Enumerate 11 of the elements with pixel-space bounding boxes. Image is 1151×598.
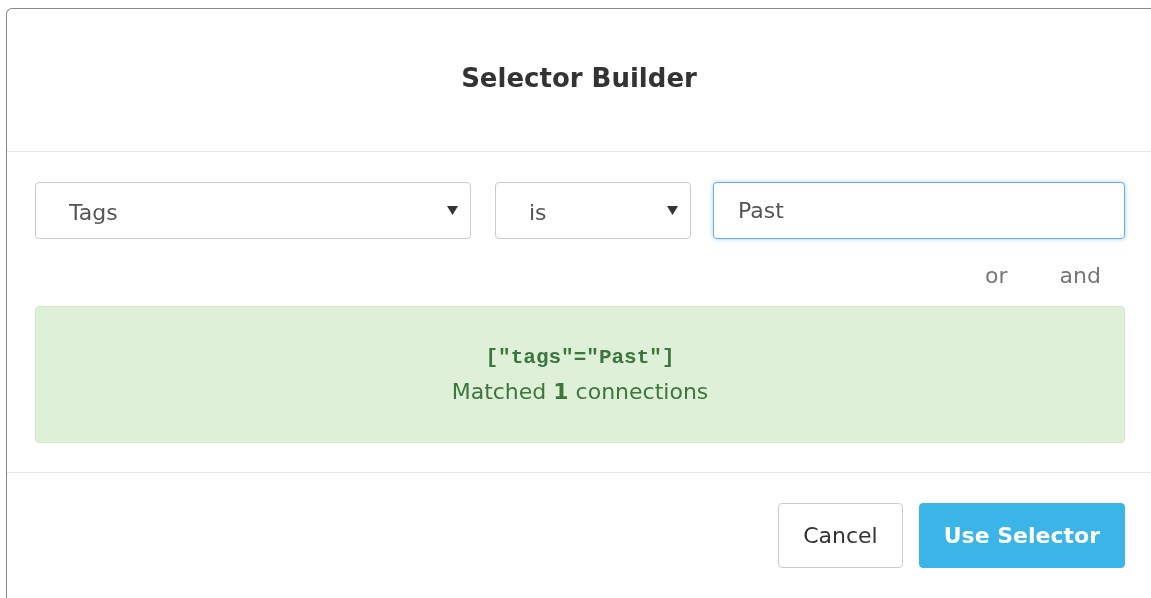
combinator-link[interactable]: and — [1059, 263, 1101, 288]
dropdown[interactable]: Tags — [35, 182, 471, 239]
caret-icon — [447, 206, 458, 215]
caret-icon — [667, 206, 678, 215]
cancel-button[interactable]: Cancel — [778, 503, 903, 568]
value-field[interactable]: Past — [713, 182, 1125, 239]
dialog-title: Selector Builder — [461, 63, 697, 95]
dropdown[interactable]: is — [495, 182, 691, 239]
combinator-link[interactable]: or — [985, 263, 1008, 288]
selector-expression: ["tags"="Past"] — [485, 345, 675, 369]
match-summary: Matched 1 connections — [451, 378, 709, 404]
